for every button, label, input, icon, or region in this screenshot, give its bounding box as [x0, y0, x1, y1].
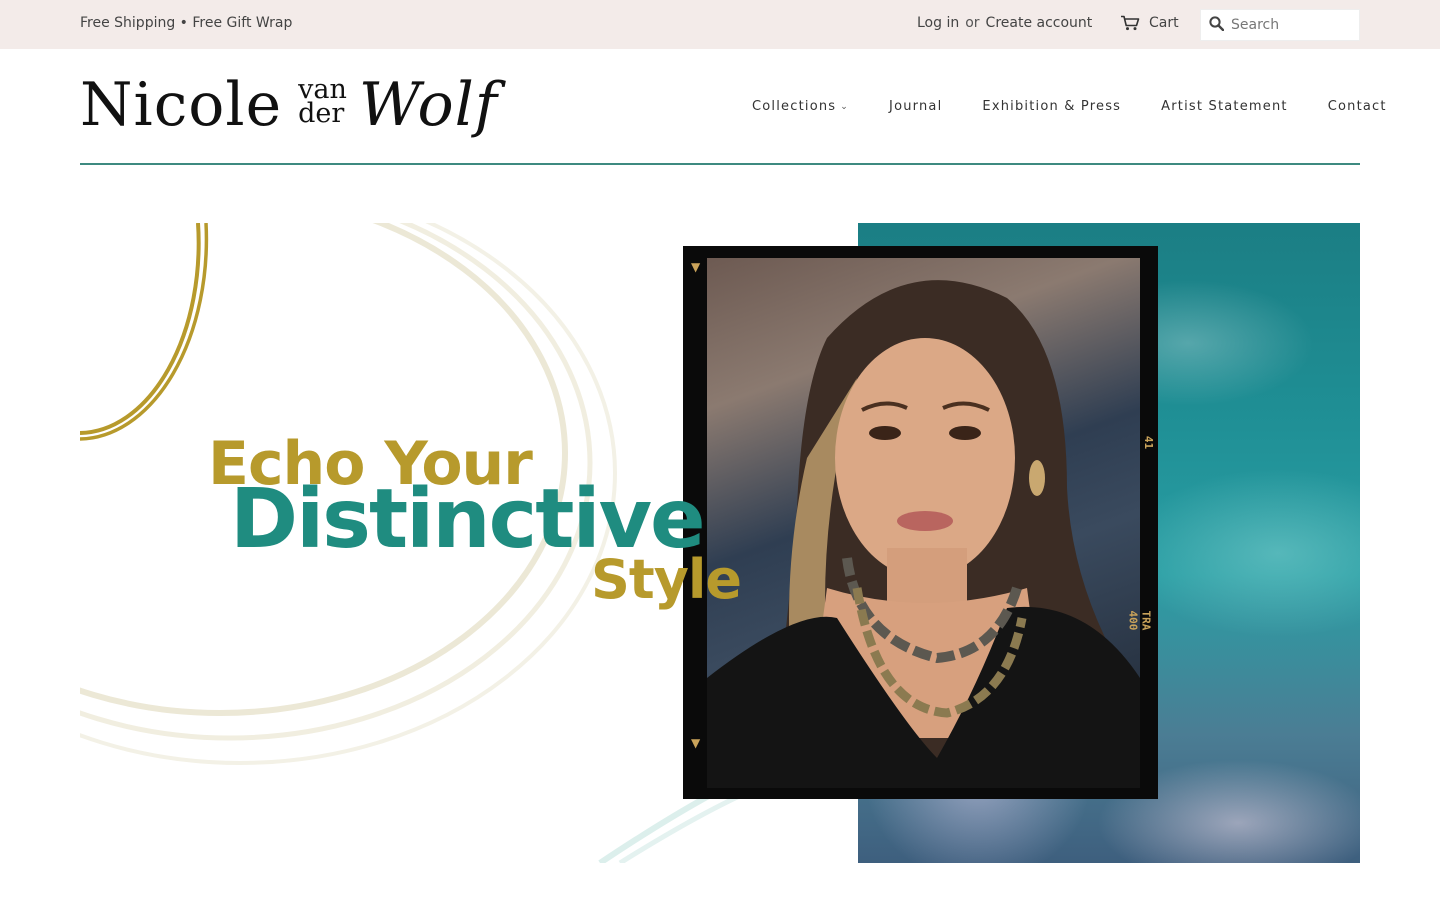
create-account-link[interactable]: Create account: [986, 15, 1093, 31]
site-logo[interactable]: Nicole van der Wolf: [80, 74, 498, 136]
promo-text: Free Shipping • Free Gift Wrap: [80, 15, 293, 31]
logo-word-nicole: Nicole: [80, 70, 283, 140]
logo-word-van-der: van der: [298, 76, 347, 129]
film-stock-code: TRA 400: [1126, 610, 1153, 631]
nav-item-journal[interactable]: Journal: [889, 99, 942, 114]
film-frame: 41 TRA 400 ▼ ▼: [683, 246, 1158, 799]
nav-item-artist-statement[interactable]: Artist Statement: [1161, 99, 1288, 114]
cart-icon: [1120, 15, 1140, 31]
film-arrow-top-icon: ▼: [691, 260, 701, 274]
search-box[interactable]: [1200, 9, 1360, 41]
model-portrait-image: [707, 258, 1140, 788]
cart-label: Cart: [1149, 15, 1179, 31]
nav-item-collections-label: Collections: [752, 99, 837, 114]
search-input[interactable]: [1231, 17, 1351, 33]
nav-item-collections[interactable]: Collections ⌄: [752, 99, 849, 114]
header-divider: [80, 163, 1360, 165]
login-link[interactable]: Log in: [917, 15, 959, 31]
or-text: or: [965, 15, 980, 31]
cart-link[interactable]: Cart: [1120, 15, 1179, 31]
hero-tagline-line3: Style: [591, 548, 742, 611]
logo-word-wolf: Wolf: [358, 70, 498, 140]
hero-banner[interactable]: 41 TRA 400 ▼ ▼ Echo Your Distinctive Sty…: [80, 223, 1360, 863]
nav-item-exhibition-press[interactable]: Exhibition & Press: [982, 99, 1121, 114]
chevron-down-icon: ⌄: [840, 102, 850, 112]
search-icon: [1201, 15, 1225, 35]
announcement-bar: Free Shipping • Free Gift Wrap Log in or C…: [0, 0, 1440, 49]
nav-item-contact[interactable]: Contact: [1328, 99, 1387, 114]
logo-word-der: der: [298, 98, 345, 129]
main-nav: Collections ⌄ Journal Exhibition & Press …: [752, 99, 1387, 114]
account-links: Log in or Create account: [917, 15, 1092, 31]
film-frame-number: 41: [1142, 435, 1156, 450]
film-arrow-bottom-icon: ▼: [691, 736, 701, 750]
